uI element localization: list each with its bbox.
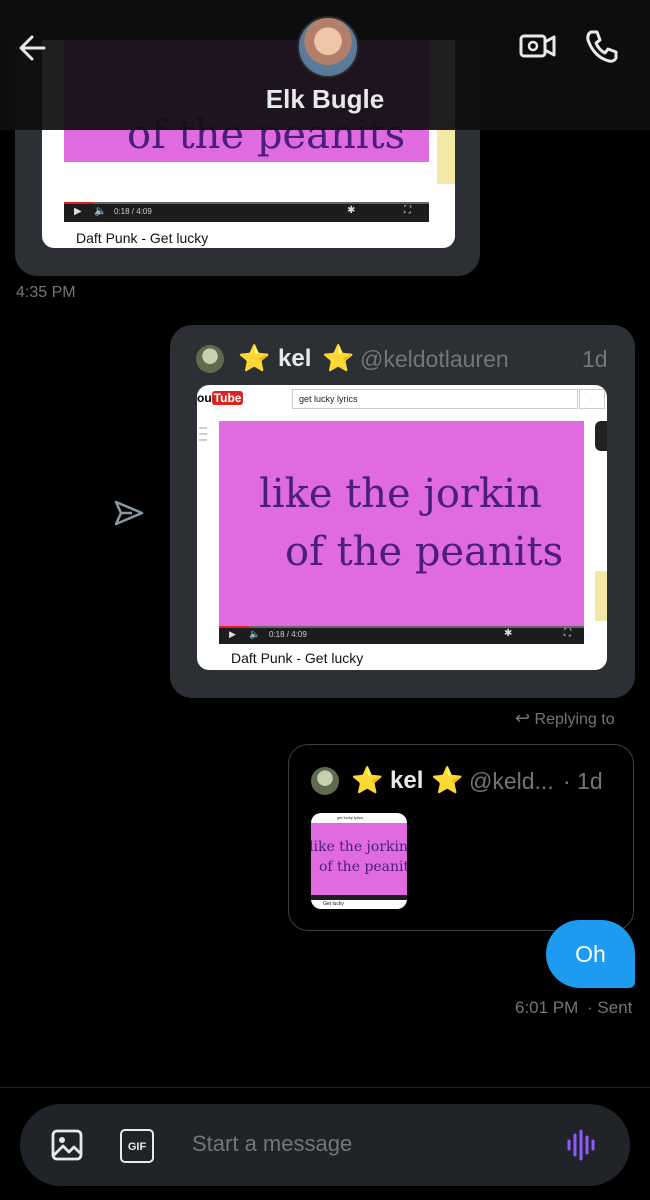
composer-divider — [0, 1087, 650, 1088]
author-avatar[interactable] — [311, 767, 339, 795]
video-time: 0:18 / 4:09 — [114, 207, 152, 216]
lyric-line-1: like the jorkin — [311, 839, 407, 855]
youtube-logo: ou Tube — [197, 389, 244, 407]
video-frame[interactable] — [219, 421, 584, 626]
send-icon — [114, 500, 144, 526]
contact-name[interactable]: Elk Bugle — [0, 84, 650, 115]
back-button[interactable] — [14, 28, 54, 68]
thumbnail-caption: Get lucky — [323, 901, 344, 907]
quoted-thumbnail[interactable]: get lucky lyrics like the jorkin of the … — [311, 813, 407, 909]
share-button[interactable] — [112, 496, 146, 530]
replying-to-label[interactable]: ↩ Replying to — [515, 708, 615, 729]
search-icon[interactable]: ⌕ — [579, 389, 605, 409]
author-handle[interactable]: @keld... — [469, 768, 554, 795]
lyric-line-2: of the peanits — [285, 529, 564, 575]
fullscreen-icon[interactable]: ⛶ — [404, 205, 411, 216]
volume-icon[interactable]: 🔈 — [94, 206, 106, 217]
image-icon — [51, 1129, 83, 1161]
phone-icon — [586, 30, 618, 63]
star-icon: ⭐ — [238, 343, 271, 373]
author-name[interactable]: kel — [390, 767, 423, 795]
star-icon: ⭐ — [322, 343, 355, 373]
fullscreen-icon[interactable]: ⛶ — [564, 628, 571, 639]
video-camera-icon — [519, 34, 556, 58]
video-time: 0:18 / 4:09 — [269, 630, 307, 639]
sent-message-bubble[interactable]: Oh — [546, 920, 635, 988]
message-composer: GIF Start a message — [20, 1104, 630, 1186]
video-call-button[interactable] — [518, 28, 558, 64]
received-timestamp: 4:35 PM — [16, 284, 76, 301]
tweet-image[interactable]: ou Tube get lucky lyrics ⌕ like the jorki… — [197, 385, 607, 670]
star-icon: ⭐ — [431, 765, 464, 795]
author-name[interactable]: kel — [278, 345, 311, 373]
play-icon[interactable]: ▶ — [229, 629, 236, 640]
gif-icon: GIF — [127, 1141, 147, 1153]
sent-time: 6:01 PM — [515, 998, 579, 1017]
conversation-header: Elk Bugle — [0, 0, 650, 130]
thumbnail-search-text: get lucky lyrics — [337, 815, 364, 820]
image-button[interactable] — [50, 1128, 84, 1162]
reply-arrow-icon: ↩ — [515, 708, 531, 728]
lyric-line-2: of the peanits — [319, 859, 407, 875]
volume-icon[interactable]: 🔈 — [249, 629, 260, 640]
call-button[interactable] — [582, 26, 622, 66]
quoted-tweet-card[interactable]: ⭐ kel ⭐ @keld... · 1d get lucky lyrics l… — [288, 744, 634, 931]
video-caption: Daft Punk - Get lucky — [231, 650, 364, 666]
message-status: 6:01 PM · Sent — [515, 998, 632, 1018]
message-text: Oh — [575, 941, 606, 967]
shared-tweet-card[interactable]: ⭐ kel ⭐ @keldotlauren 1d ou Tube get luck… — [170, 325, 635, 698]
star-icon: ⭐ — [351, 765, 384, 795]
video-controls[interactable]: ▶ 🔈 0:18 / 4:09 ✱ ⛶ — [219, 626, 584, 644]
author-avatar[interactable] — [196, 345, 224, 373]
author-handle[interactable]: @keldotlauren — [360, 346, 509, 373]
tweet-age: 1d — [582, 346, 608, 372]
arrow-left-icon — [19, 35, 46, 61]
voice-message-button[interactable] — [564, 1127, 600, 1163]
gif-button[interactable]: GIF — [120, 1129, 154, 1163]
sent-status: · Sent — [587, 998, 633, 1017]
video-controls[interactable]: ▶ 🔈 0:18 / 4:09 ✱ ⛶ — [64, 202, 429, 222]
settings-icon[interactable]: ✱ — [504, 628, 512, 639]
tweet-age: · 1d — [563, 768, 603, 794]
voice-waveform-icon — [567, 1129, 595, 1161]
play-icon[interactable]: ▶ — [74, 206, 82, 217]
lyric-line-1: like the jorkin — [259, 471, 542, 517]
youtube-search-box[interactable]: get lucky lyrics — [292, 389, 578, 409]
message-input[interactable]: Start a message — [192, 1131, 352, 1157]
contact-avatar[interactable] — [297, 16, 359, 78]
video-caption: Daft Punk - Get lucky — [76, 230, 209, 246]
settings-icon[interactable]: ✱ — [347, 205, 355, 216]
